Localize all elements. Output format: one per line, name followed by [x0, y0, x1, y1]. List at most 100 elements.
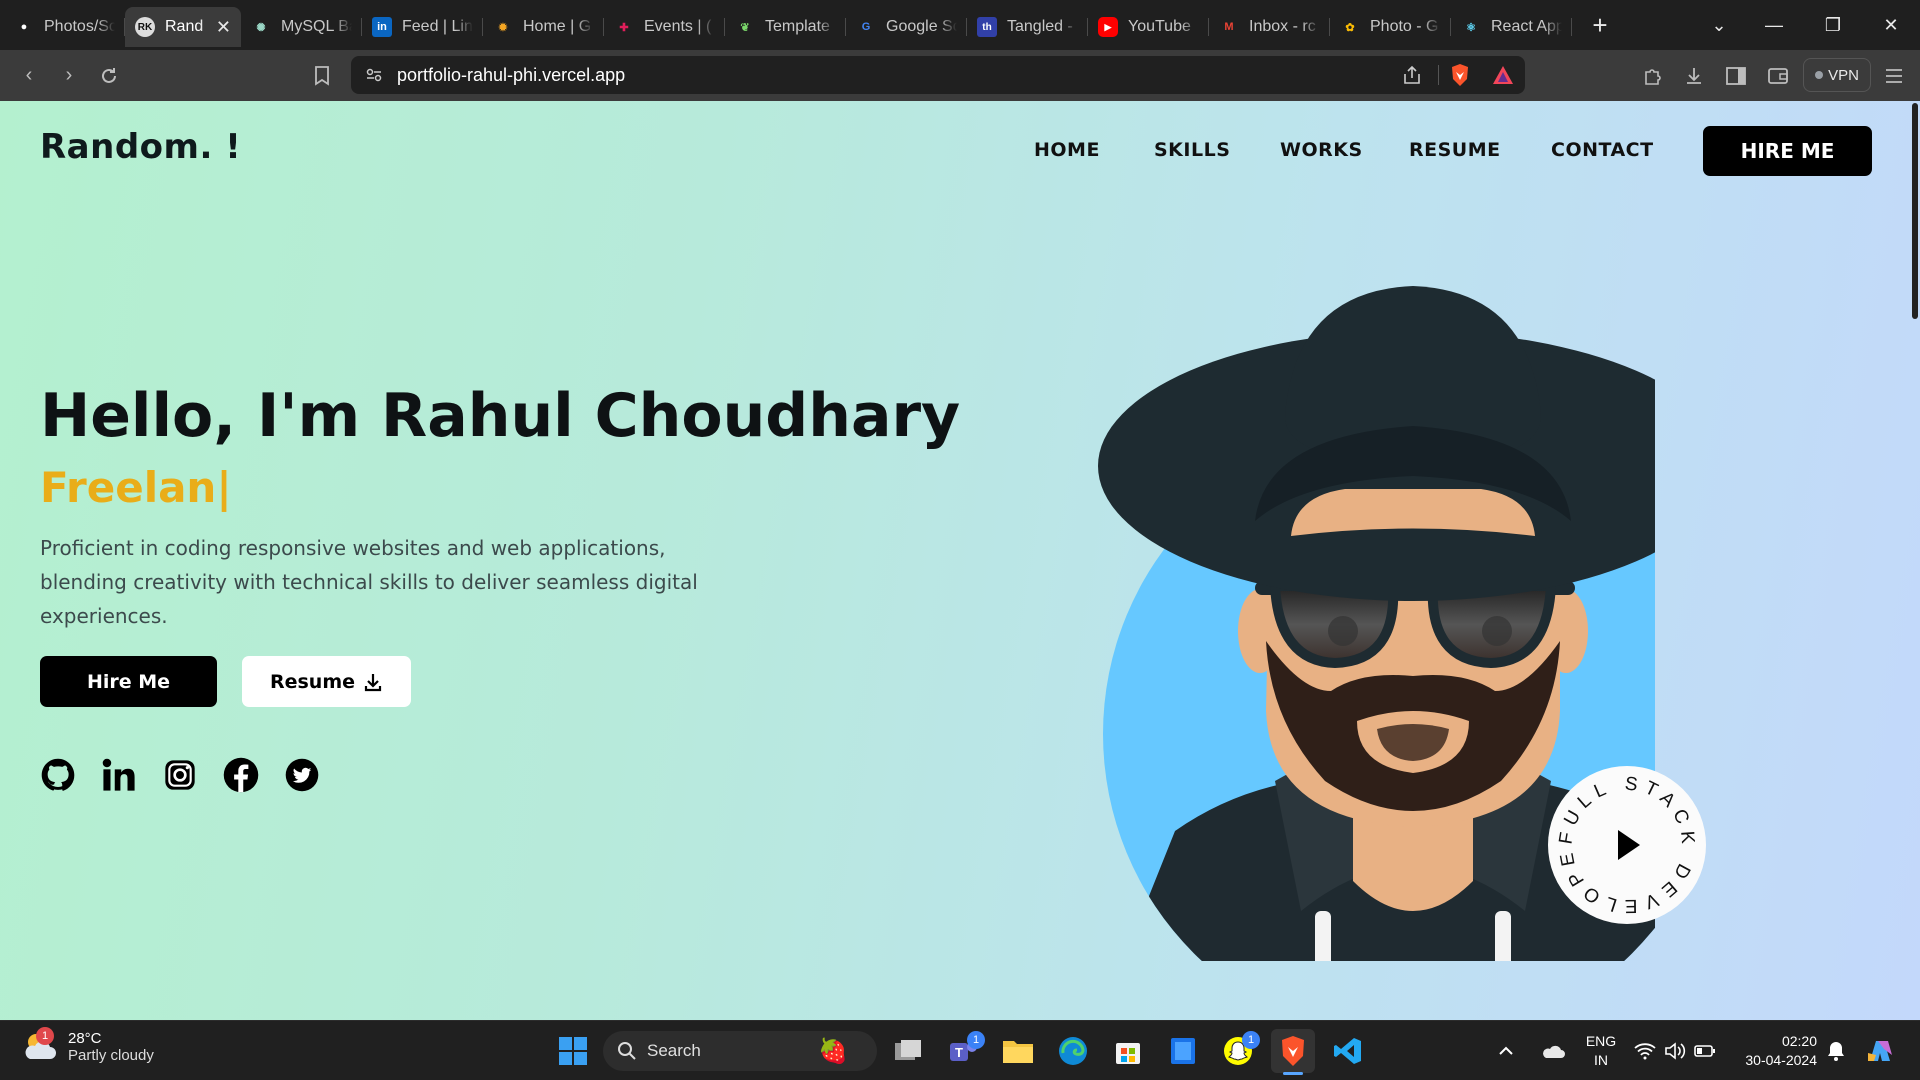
browser-tab[interactable]: ▶ YouTube	[1088, 7, 1209, 47]
tab-title: Events | (	[644, 18, 712, 35]
vscode-app[interactable]	[1326, 1029, 1370, 1073]
browser-tab[interactable]: M Inbox - rc	[1209, 7, 1330, 47]
wallet-button[interactable]	[1758, 56, 1798, 96]
nav-home[interactable]: HOME	[1034, 139, 1100, 161]
browser-tab[interactable]: ❦ Template	[725, 7, 846, 47]
browser-toolbar: ‹ › portfolio-rahul-phi.vercel.app VPN	[0, 50, 1920, 101]
downloads-button[interactable]	[1674, 56, 1714, 96]
scrollbar-thumb[interactable]	[1912, 103, 1918, 319]
clock-time: 02:20	[1781, 1033, 1817, 1049]
site-logo[interactable]: Random. !	[40, 127, 241, 167]
sidebar-button[interactable]	[1716, 56, 1756, 96]
th-icon: th	[977, 17, 997, 37]
brave-app[interactable]	[1271, 1029, 1315, 1075]
weather-description: Partly cloudy	[68, 1047, 154, 1064]
close-tab-icon[interactable]: ✕	[216, 17, 231, 38]
browser-tab[interactable]: ● Photos/Sc	[4, 7, 125, 47]
blue-app[interactable]	[1161, 1029, 1205, 1073]
extensions-button[interactable]	[1633, 56, 1673, 96]
tab-title: Template	[765, 18, 830, 35]
browser-tab[interactable]: ✺ MySQL Ba	[241, 7, 362, 47]
browser-tab[interactable]: RK Rand ✕	[125, 7, 241, 47]
onedrive-button[interactable]	[1535, 1029, 1571, 1073]
wallet-icon	[1768, 68, 1788, 84]
resume-download-button[interactable]: Resume	[242, 656, 411, 707]
tab-search-chevron-icon[interactable]: ⌄	[1690, 0, 1748, 50]
snapchat-app[interactable]: 1	[1216, 1029, 1260, 1073]
new-tab-button[interactable]: +	[1580, 5, 1620, 45]
gear-sun-icon: ✹	[498, 21, 508, 34]
language-indicator[interactable]: ENG IN	[1583, 1032, 1619, 1070]
rk-icon: RK	[135, 17, 155, 37]
bookmark-button[interactable]	[302, 56, 342, 96]
edge-app[interactable]	[1051, 1029, 1095, 1073]
page-scrollbar[interactable]	[1910, 101, 1920, 1020]
brave-icon	[1282, 1036, 1304, 1066]
brave-shields-icon[interactable]	[1449, 63, 1471, 87]
reload-button[interactable]	[89, 56, 129, 96]
clock[interactable]: 02:20 30-04-2024	[1733, 1032, 1817, 1070]
network-volume-battery[interactable]	[1630, 1029, 1720, 1073]
browser-tab[interactable]: ⚛ React App	[1451, 7, 1572, 47]
copilot-button[interactable]	[1858, 1029, 1902, 1073]
hoodie-string-left	[1315, 911, 1331, 961]
microsoft-store-app[interactable]	[1106, 1029, 1150, 1073]
language-line1: ENG	[1585, 1033, 1617, 1049]
wifi-icon	[1634, 1043, 1656, 1060]
close-window-button[interactable]: ✕	[1862, 0, 1920, 50]
nav-resume[interactable]: RESUME	[1409, 139, 1501, 161]
full-stack-developer-badge[interactable]: FULL STACK DEVELOPER•	[1547, 765, 1707, 925]
hire-me-nav-button[interactable]: HIRE ME	[1703, 126, 1872, 176]
teams-app[interactable]: T 1	[941, 1029, 985, 1073]
nav-skills[interactable]: SKILLS	[1154, 139, 1230, 161]
minimize-button[interactable]: —	[1745, 0, 1803, 50]
menu-button[interactable]	[1874, 56, 1914, 96]
active-app-indicator	[1283, 1072, 1303, 1075]
browser-tab[interactable]: in Feed | Lin	[362, 7, 483, 47]
chatgpt-icon: ✺	[256, 21, 266, 34]
hat	[1098, 286, 1655, 601]
browser-tab[interactable]: th Tangled -	[967, 7, 1088, 47]
facebook-link[interactable]	[223, 757, 259, 793]
portfolio-page: Random. ! HOME SKILLS WORKS RESUME CONTA…	[0, 101, 1920, 1020]
tab-title: Home | G	[523, 18, 592, 35]
puzzle-icon	[1645, 69, 1661, 85]
show-hidden-icons-button[interactable]	[1490, 1029, 1522, 1073]
file-explorer-app[interactable]	[996, 1029, 1040, 1073]
clock-date: 30-04-2024	[1745, 1052, 1817, 1068]
task-view-button[interactable]	[886, 1029, 930, 1073]
start-button[interactable]	[551, 1029, 595, 1073]
instagram-icon	[165, 760, 195, 790]
address-divider	[1438, 65, 1439, 85]
taskbar-search[interactable]: Search 🍓	[603, 1031, 877, 1071]
restore-button[interactable]: ❐	[1804, 0, 1862, 50]
volume-icon	[1665, 1042, 1686, 1060]
weather-notification-badge: 1	[36, 1027, 54, 1045]
browser-tab[interactable]: ✚ Events | (	[604, 7, 725, 47]
browser-tab[interactable]: G Google Sc	[846, 7, 967, 47]
leaf-icon: ❦	[740, 21, 750, 34]
instagram-link[interactable]	[162, 757, 198, 793]
linkedin-link[interactable]	[101, 757, 137, 793]
hire-me-button[interactable]: Hire Me	[40, 656, 217, 707]
nav-works[interactable]: WORKS	[1280, 139, 1363, 161]
share-icon[interactable]	[1401, 64, 1423, 86]
back-button[interactable]: ‹	[9, 56, 49, 96]
github-link[interactable]	[40, 757, 76, 793]
vpn-button[interactable]: VPN	[1803, 58, 1871, 92]
url-text[interactable]: portfolio-rahul-phi.vercel.app	[397, 65, 625, 86]
battery-icon	[1694, 1045, 1715, 1057]
nav-contact[interactable]: CONTACT	[1551, 139, 1654, 161]
browser-tab[interactable]: ✿ Photo - G	[1330, 7, 1451, 47]
hamburger-menu-icon	[1886, 69, 1902, 83]
forward-button[interactable]: ›	[49, 56, 89, 96]
site-settings-icon[interactable]	[365, 66, 383, 84]
notifications-button[interactable]	[1822, 1029, 1850, 1073]
address-bar[interactable]: portfolio-rahul-phi.vercel.app	[351, 56, 1525, 94]
brave-rewards-icon[interactable]	[1491, 64, 1515, 86]
youtube-icon: ▶	[1098, 17, 1118, 37]
twitter-link[interactable]	[284, 757, 320, 793]
browser-tab[interactable]: ✹ Home | G	[483, 7, 604, 47]
weather-widget[interactable]: 1 28°C Partly cloudy	[22, 1027, 154, 1065]
task-view-icon	[895, 1040, 921, 1060]
